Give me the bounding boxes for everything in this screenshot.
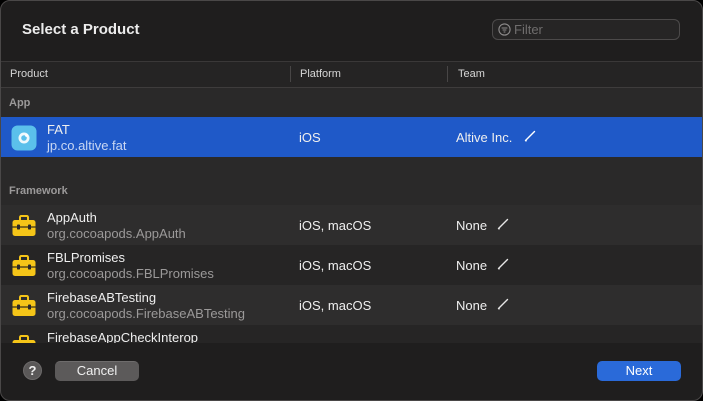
- product-name: FBLPromises: [47, 250, 126, 265]
- table-row[interactable]: FirebaseAppCheckInterop: [1, 325, 702, 343]
- bundle-id: org.cocoapods.AppAuth: [47, 226, 186, 241]
- next-button[interactable]: Next: [597, 361, 681, 381]
- column-divider: [447, 66, 448, 82]
- platform-value: iOS, macOS: [299, 218, 372, 233]
- product-table: Product Platform Team App FAT jp.co.alti…: [1, 61, 702, 343]
- group-header-framework: Framework: [9, 185, 68, 197]
- pencil-icon[interactable]: [524, 130, 536, 142]
- column-header-product[interactable]: Product: [10, 68, 48, 80]
- table-row[interactable]: FBLPromises org.cocoapods.FBLPromises iO…: [1, 245, 702, 285]
- platform-value: iOS, macOS: [299, 298, 372, 313]
- toolbox-icon: [12, 335, 36, 343]
- pencil-icon[interactable]: [497, 258, 509, 270]
- toolbox-icon: [12, 295, 36, 316]
- team-value: None: [456, 298, 488, 313]
- help-button[interactable]: ?: [23, 361, 42, 380]
- product-name: FirebaseABTesting: [47, 290, 157, 305]
- product-name: FAT: [47, 122, 70, 137]
- table-row[interactable]: FAT jp.co.altive.fat iOS Altive Inc.: [1, 117, 702, 157]
- pencil-icon[interactable]: [497, 298, 509, 310]
- app-icon: [11, 125, 37, 151]
- cancel-button[interactable]: Cancel: [55, 361, 139, 381]
- filter-icon: [498, 23, 511, 36]
- table-row[interactable]: AppAuth org.cocoapods.AppAuth iOS, macOS…: [1, 205, 702, 245]
- product-name: AppAuth: [47, 210, 97, 225]
- pencil-icon[interactable]: [497, 218, 509, 230]
- team-value: Altive Inc.: [456, 130, 513, 145]
- filter-field[interactable]: [492, 19, 680, 40]
- column-divider: [290, 66, 291, 82]
- toolbox-icon: [12, 215, 36, 236]
- bundle-id: jp.co.altive.fat: [47, 138, 127, 153]
- bundle-id: org.cocoapods.FBLPromises: [47, 266, 214, 281]
- team-value: None: [456, 258, 488, 273]
- platform-value: iOS: [299, 130, 321, 145]
- bundle-id: org.cocoapods.FirebaseABTesting: [47, 306, 246, 321]
- column-header-platform[interactable]: Platform: [300, 68, 341, 80]
- toolbox-icon: [12, 255, 36, 276]
- select-product-dialog: Select a Product Product Platform Team A…: [0, 0, 703, 401]
- team-value: None: [456, 218, 488, 233]
- platform-value: iOS, macOS: [299, 258, 372, 273]
- product-name: FirebaseAppCheckInterop: [47, 330, 199, 343]
- column-header-team[interactable]: Team: [458, 68, 485, 80]
- table-header: Product Platform Team: [1, 62, 702, 88]
- group-header-app: App: [9, 97, 31, 109]
- table-row[interactable]: FirebaseABTesting org.cocoapods.Firebase…: [1, 285, 702, 325]
- dialog-title: Select a Product: [22, 21, 140, 38]
- filter-input[interactable]: [514, 21, 674, 38]
